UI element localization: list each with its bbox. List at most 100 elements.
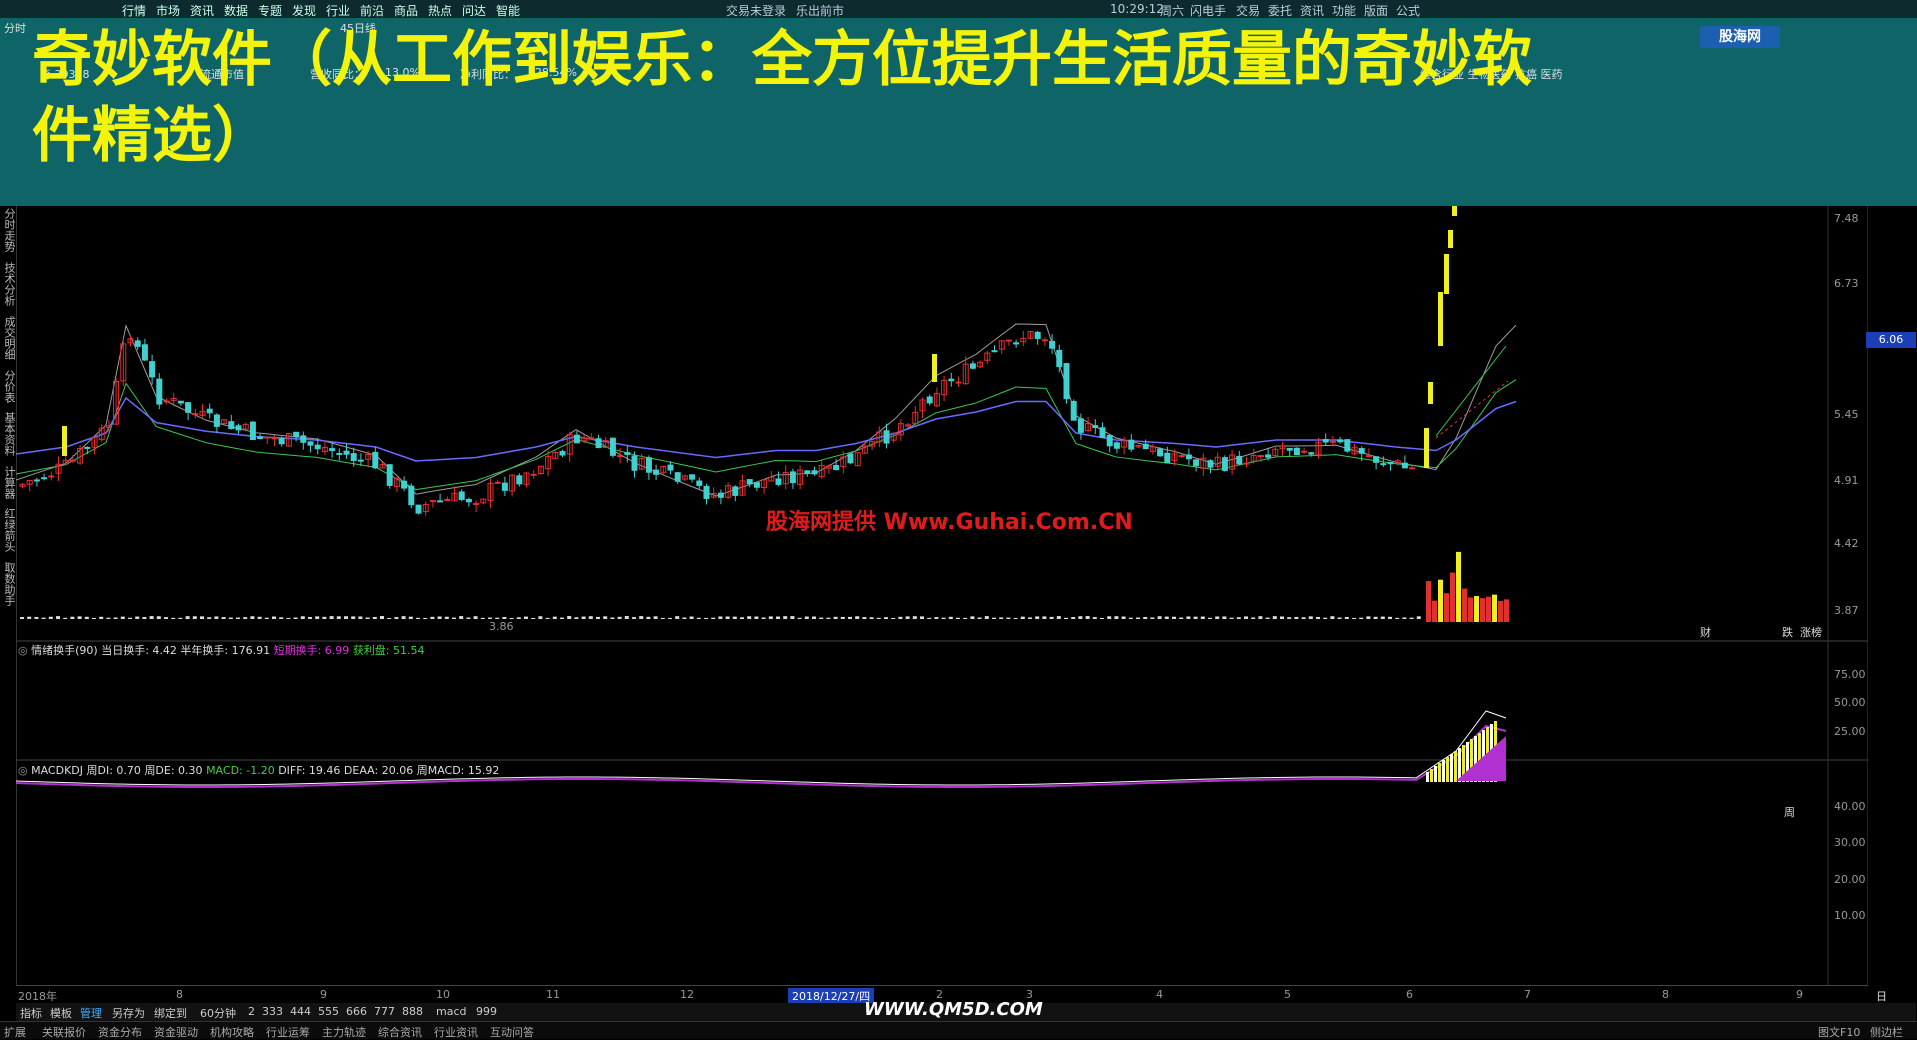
turnover-bar bbox=[92, 617, 96, 619]
menu-item[interactable]: 前沿 bbox=[360, 2, 384, 19]
toolbar-button[interactable]: 777 bbox=[374, 1005, 395, 1018]
drop-marker[interactable]: 跌 bbox=[1782, 625, 1793, 639]
toolbar-button[interactable]: macd bbox=[436, 1005, 467, 1018]
turnover-bar bbox=[264, 617, 269, 619]
turnover-bar bbox=[984, 616, 989, 619]
turnover-bar bbox=[1121, 616, 1126, 619]
left-tab[interactable]: 技术分析 bbox=[1, 262, 16, 306]
turnover-bar-high bbox=[1468, 597, 1473, 622]
turnover-bar bbox=[1100, 617, 1104, 619]
toolbar-button[interactable]: 666 bbox=[346, 1005, 367, 1018]
candle-body bbox=[530, 473, 537, 476]
menu-right-item[interactable]: 资讯 bbox=[1300, 2, 1324, 19]
date-tick: 10 bbox=[436, 988, 450, 1001]
indicator-value: DIFF: 19.46 bbox=[278, 764, 341, 777]
toolbar-button[interactable]: 指标 bbox=[20, 1005, 42, 1021]
turnover-bar bbox=[329, 616, 334, 619]
turnover-bar bbox=[70, 616, 75, 619]
left-tab[interactable]: 取数助手 bbox=[1, 562, 16, 606]
toolbar-button[interactable]: 999 bbox=[476, 1005, 497, 1018]
highlight-candle bbox=[1444, 254, 1449, 294]
turnover-bar bbox=[192, 616, 197, 619]
limit-up-marker[interactable]: 涨榜 bbox=[1800, 625, 1822, 639]
left-tab[interactable]: 分时走势 bbox=[1, 208, 16, 252]
candle-body bbox=[631, 455, 638, 471]
candle-body bbox=[1178, 455, 1185, 458]
menu-item[interactable]: 资讯 bbox=[190, 2, 214, 19]
candlestick-chart-svg[interactable]: 7.48 6.73 5.45 4.91 4.42 3.87 3.86 财 跌 涨… bbox=[15, 188, 1869, 996]
candle-body bbox=[357, 459, 364, 462]
menu-right-item[interactable]: 公式 bbox=[1396, 2, 1420, 19]
toolbar-button[interactable]: 333 bbox=[262, 1005, 283, 1018]
turnover-bar bbox=[1301, 617, 1306, 619]
menu-item[interactable]: 智能 bbox=[496, 2, 520, 19]
turnover-bar bbox=[509, 617, 514, 619]
menu-item[interactable]: 行情 bbox=[122, 2, 146, 19]
turnover-bar bbox=[833, 616, 838, 619]
menu-right-item[interactable]: 委托 bbox=[1268, 2, 1292, 19]
toolbar-button[interactable]: 888 bbox=[402, 1005, 423, 1018]
candle-body bbox=[1142, 443, 1149, 450]
toolbar-button[interactable]: 444 bbox=[290, 1005, 311, 1018]
menu-right-item[interactable]: 交易 bbox=[1236, 2, 1260, 19]
macd-histogram-bar bbox=[1454, 751, 1457, 782]
candle-body bbox=[1329, 440, 1336, 443]
toolbar-button[interactable]: 绑定到 bbox=[154, 1005, 187, 1021]
candle-body bbox=[141, 344, 148, 361]
menu-item[interactable]: 专题 bbox=[258, 2, 282, 19]
login-status[interactable]: 交易未登录 bbox=[726, 2, 786, 19]
toolbar-button[interactable]: 555 bbox=[318, 1005, 339, 1018]
turnover-bar bbox=[214, 616, 219, 619]
indicator-value: 当日换手: 4.42 bbox=[101, 644, 177, 657]
turnover-bar bbox=[1114, 616, 1119, 619]
turnover-bar bbox=[142, 617, 147, 619]
menu-item[interactable]: 热点 bbox=[428, 2, 452, 19]
candle-body bbox=[1041, 339, 1048, 342]
indicator-value: 短期换手: 6.99 bbox=[273, 644, 350, 657]
menu-item[interactable]: 发现 bbox=[292, 2, 316, 19]
toolbar-button[interactable]: 60分钟 bbox=[200, 1005, 236, 1021]
turnover-bar bbox=[1272, 616, 1277, 619]
indicator-name[interactable]: MACDKDJ bbox=[31, 764, 83, 777]
stock-chart-area[interactable]: 7.48 6.73 5.45 4.91 4.42 3.87 3.86 财 跌 涨… bbox=[15, 188, 1916, 996]
left-tab[interactable]: 计算器 bbox=[1, 466, 16, 499]
info-tab-time[interactable]: 分时 bbox=[4, 20, 26, 36]
turnover-bar bbox=[1251, 617, 1256, 619]
turnover-bar bbox=[1208, 617, 1212, 619]
indicator-value: MACD: -1.20 bbox=[206, 764, 275, 777]
turnover-bar bbox=[1200, 616, 1205, 619]
candle-body bbox=[1344, 439, 1351, 452]
left-tab[interactable]: 分价表 bbox=[1, 370, 16, 403]
menu-item[interactable]: 行业 bbox=[326, 2, 350, 19]
menu-item[interactable]: 数据 bbox=[224, 2, 248, 19]
turnover-bar bbox=[1056, 616, 1061, 619]
turnover-bar bbox=[1280, 616, 1284, 619]
left-tab[interactable]: 红绿箭头 bbox=[1, 508, 16, 552]
finance-marker[interactable]: 财 bbox=[1700, 625, 1711, 639]
date-tick: 5 bbox=[1284, 988, 1291, 1001]
indicator-name[interactable]: 情绪换手(90) bbox=[31, 644, 98, 657]
menu-right-item[interactable]: 闪电手 bbox=[1190, 2, 1226, 19]
turnover-bar bbox=[1316, 616, 1320, 619]
left-tab[interactable]: 基本资料 bbox=[1, 412, 16, 456]
menu-right-item[interactable]: 版面 bbox=[1364, 2, 1388, 19]
toolbar-button[interactable]: 另存为 bbox=[112, 1005, 145, 1021]
candle-body bbox=[926, 396, 933, 404]
turnover-bar bbox=[1049, 616, 1054, 619]
toolbar-button[interactable]: 2 bbox=[248, 1005, 255, 1018]
toolbar-button[interactable]: 模板 bbox=[50, 1005, 72, 1021]
menu-item[interactable]: 问达 bbox=[462, 2, 486, 19]
menu-item[interactable]: 市场 bbox=[156, 2, 180, 19]
turnover-bar bbox=[120, 616, 125, 619]
toolbar-button[interactable]: 管理 bbox=[80, 1005, 102, 1021]
candle-body bbox=[329, 448, 336, 451]
candle-body bbox=[307, 441, 314, 446]
menu-right-item[interactable]: 功能 bbox=[1332, 2, 1356, 19]
turnover-bar bbox=[876, 617, 881, 619]
left-tab[interactable]: 成交明细 bbox=[1, 316, 16, 360]
turnover-bar bbox=[221, 617, 226, 619]
turnover-bar bbox=[1143, 616, 1148, 619]
menu-item[interactable]: 商品 bbox=[394, 2, 418, 19]
macd-panel-header: ◎ MACDKDJ 周DI: 0.70 周DE: 0.30 MACD: -1.2… bbox=[18, 764, 500, 777]
candle-body bbox=[228, 421, 235, 430]
